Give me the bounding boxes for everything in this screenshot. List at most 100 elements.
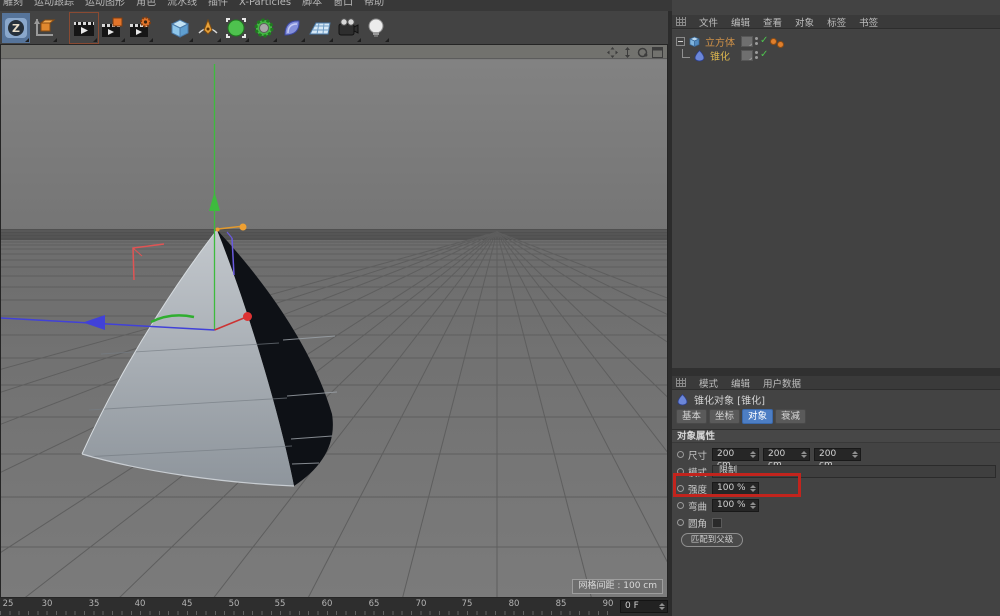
object-row-cube[interactable]: 立方体 ✓ [672, 34, 1000, 48]
goz-bridge-icon[interactable]: Z [2, 13, 30, 43]
stepper-icon[interactable] [750, 502, 756, 509]
object-tree[interactable]: 立方体 ✓ 锥化 ✓ [672, 30, 1000, 368]
axis-workplane-icon[interactable] [30, 13, 58, 43]
keyframe-dot-icon[interactable] [677, 502, 684, 509]
taper-icon [676, 393, 689, 406]
fit-to-parent-button[interactable]: 匹配到父级 [681, 533, 743, 547]
visibility-dots-icon[interactable] [755, 51, 758, 59]
collapse-icon[interactable] [676, 37, 685, 46]
menu-item[interactable]: 雕刻 [3, 0, 23, 11]
current-frame-field[interactable]: 0 F [620, 600, 668, 613]
deformer-icon[interactable] [250, 13, 278, 43]
dolly-view-icon[interactable] [621, 46, 633, 58]
timeline-tick: 65 [364, 599, 384, 609]
timeline-tick-marks[interactable] [0, 611, 616, 615]
timeline-tick: 40 [130, 599, 150, 609]
attribute-title-text: 锥化对象 [锥化] [694, 392, 765, 407]
render-settings-icon[interactable] [126, 13, 154, 43]
size-x-field[interactable]: 200 cm [712, 448, 759, 461]
keyframe-dot-icon[interactable] [677, 519, 684, 526]
visibility-dots-icon[interactable] [755, 37, 758, 45]
curvature-row: 弯曲 100 % [672, 498, 1000, 513]
om-menu-item[interactable]: 对象 [795, 15, 814, 29]
stepper-icon[interactable] [801, 451, 807, 458]
om-menu-item[interactable]: 编辑 [731, 15, 750, 29]
keyframe-dot-icon[interactable] [677, 468, 684, 475]
viewport-panel[interactable]: 网格间距 : 100 cm [0, 44, 668, 598]
size-y-field[interactable]: 200 cm [763, 448, 810, 461]
mode-dropdown[interactable]: 限制 [712, 465, 996, 478]
object-name[interactable]: 立方体 [705, 34, 735, 49]
am-menu-item[interactable]: 模式 [699, 376, 718, 390]
subdivision-generator-icon[interactable] [222, 13, 250, 43]
floor-environment-icon[interactable] [306, 13, 334, 43]
menu-item[interactable]: 运动图形 [85, 0, 125, 11]
horizontal-splitter[interactable] [672, 368, 1000, 376]
taper-handle[interactable] [240, 224, 247, 231]
attribute-title: 锥化对象 [锥化] [676, 392, 765, 406]
apex-point[interactable] [216, 228, 220, 232]
menu-item[interactable]: 角色 [136, 0, 156, 11]
menu-item[interactable]: 运动跟踪 [34, 0, 74, 11]
enabled-check-icon[interactable]: ✓ [760, 36, 768, 46]
curvature-field[interactable]: 100 % [712, 499, 759, 512]
size-z-field[interactable]: 200 cm [814, 448, 861, 461]
tab-falloff[interactable]: 衰减 [775, 409, 806, 424]
stepper-icon[interactable] [659, 603, 665, 610]
om-menu-item[interactable]: 标签 [827, 15, 846, 29]
render-view-icon[interactable] [70, 13, 98, 43]
taper-icon [693, 49, 706, 62]
cube-icon [688, 35, 701, 48]
camera-icon[interactable] [334, 13, 362, 43]
layer-icon[interactable] [741, 36, 753, 47]
enabled-check-icon[interactable]: ✓ [760, 50, 768, 60]
menu-item[interactable]: 窗口 [333, 0, 353, 11]
om-menu-item[interactable]: 书签 [859, 15, 878, 29]
viewport-canvas[interactable] [1, 60, 667, 597]
object-name[interactable]: 锥化 [710, 48, 730, 63]
tab-object[interactable]: 对象 [742, 409, 773, 424]
menu-item[interactable]: 插件 [208, 0, 228, 11]
timeline-ruler[interactable]: 25 30 35 40 45 50 55 60 65 70 75 80 85 9… [0, 598, 672, 616]
am-menu-item[interactable]: 用户数据 [763, 376, 801, 390]
rotate-view-icon[interactable] [636, 46, 648, 58]
attribute-manager-menubar: 模式 编辑 用户数据 [672, 376, 1000, 390]
panel-menu-icon[interactable] [676, 378, 686, 387]
keyframe-dot-icon[interactable] [677, 485, 684, 492]
timeline-tick: 30 [37, 599, 57, 609]
toolbar-separator [58, 13, 70, 43]
menu-item[interactable]: 流水线 [167, 0, 197, 11]
keyframe-dot-icon[interactable] [677, 451, 684, 458]
layer-icon[interactable] [741, 50, 753, 61]
menu-item[interactable]: X-Particles [239, 0, 291, 11]
cube-primitive-icon[interactable] [166, 13, 194, 43]
field-falloff-icon[interactable] [278, 13, 306, 43]
strength-field[interactable]: 100 % [712, 482, 759, 495]
maximize-view-icon[interactable] [651, 46, 663, 58]
om-menu-item[interactable]: 查看 [763, 15, 782, 29]
phong-tag-icon[interactable] [777, 41, 784, 48]
viewport-header [1, 45, 667, 59]
pan-view-icon[interactable] [606, 46, 618, 58]
x-axis-handle[interactable] [243, 312, 252, 321]
tab-coordinates[interactable]: 坐标 [709, 409, 740, 424]
phong-tag-icon[interactable] [770, 38, 777, 45]
size-row: 尺寸 200 cm 200 cm 200 cm [672, 447, 1000, 462]
tab-basic[interactable]: 基本 [676, 409, 707, 424]
menu-item[interactable]: 脚本 [302, 0, 322, 11]
object-row-taper[interactable]: 锥化 ✓ [672, 48, 1000, 62]
menu-item[interactable]: 帮助 [364, 0, 384, 11]
om-menu-item[interactable]: 文件 [699, 15, 718, 29]
section-object-properties[interactable]: 对象属性 [672, 429, 1000, 443]
stepper-icon[interactable] [750, 451, 756, 458]
fillet-checkbox[interactable] [712, 518, 722, 528]
stepper-icon[interactable] [750, 485, 756, 492]
main-toolbar: Z [0, 11, 668, 44]
stepper-icon[interactable] [852, 451, 858, 458]
strength-value: 100 % [717, 483, 746, 493]
render-region-icon[interactable] [98, 13, 126, 43]
pen-spline-icon[interactable] [194, 13, 222, 43]
am-menu-item[interactable]: 编辑 [731, 376, 750, 390]
panel-menu-icon[interactable] [676, 17, 686, 26]
light-icon[interactable] [362, 13, 390, 43]
